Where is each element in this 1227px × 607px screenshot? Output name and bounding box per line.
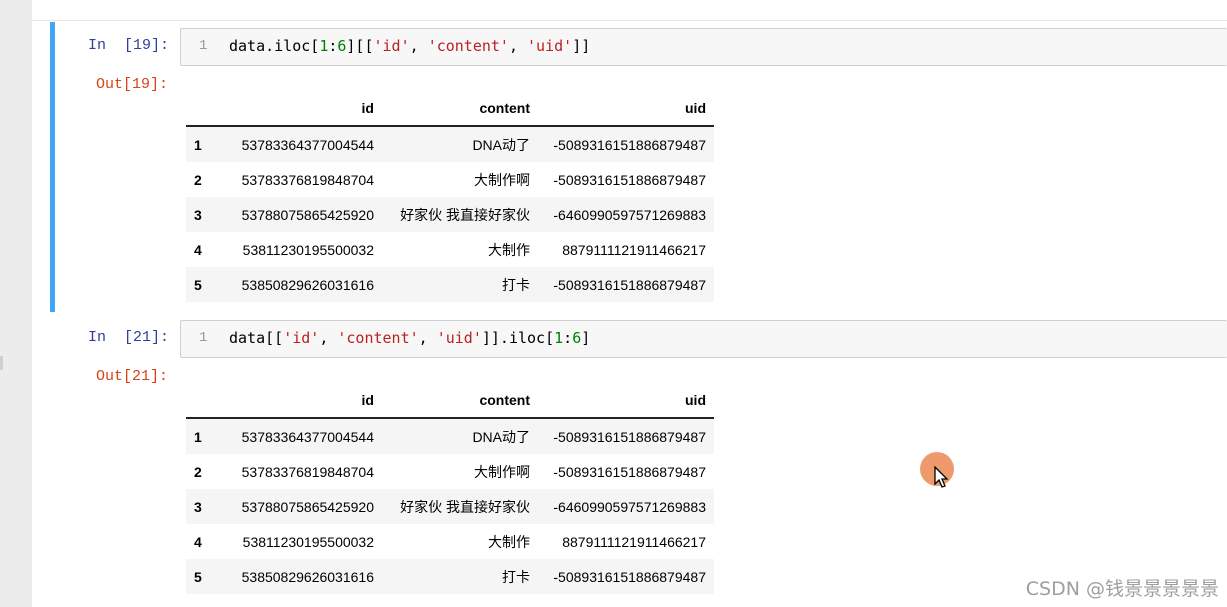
code-token: ]].iloc[ [481,329,555,347]
code-token: , [409,37,428,55]
code-token: 'uid' [436,329,482,347]
notebook-cell-21[interactable]: In [21]: 1 data[['id', 'content', 'uid']… [50,314,1227,604]
uid-cell: 8879111121911466217 [562,241,706,258]
code-token: data[[ [229,329,284,347]
index-header [186,383,220,419]
content-cell: 大制作啊 [474,171,530,188]
code-line: data[['id', 'content', 'uid']].iloc[1:6] [229,329,590,347]
id-cell: 53850829626031616 [241,568,374,585]
code-token: 1 [319,37,329,55]
uid-cell: -6460990597571269883 [553,498,706,515]
input-prompt: In [19]: [88,37,170,54]
content-cell: 打卡 [502,568,530,585]
id-cell: 53783364377004544 [241,136,374,153]
column-header-uid: uid [538,383,714,419]
content-cell: 大制作啊 [474,463,530,480]
notebook-cell-19[interactable]: In [19]: 1 data.iloc[1:6][['id', 'conten… [50,22,1227,312]
uid-cell: -5089316151886879487 [553,568,706,585]
row-index-cell: 1 [194,428,202,445]
column-header-uid: uid [538,91,714,127]
code-editor[interactable]: 1 data.iloc[1:6][['id', 'content', 'uid'… [180,28,1227,66]
column-header-content: content [382,383,538,419]
content-cell: 大制作 [488,533,530,550]
line-number: 1 [199,330,208,346]
line-number: 1 [199,38,208,54]
code-line: data.iloc[1:6][['id', 'content', 'uid']] [229,37,590,55]
table-row: 2 53783376819848704 大制作啊 -50893161518868794… [186,454,714,489]
column-header-id: id [220,383,382,419]
input-prompt: In [21]: [88,329,170,346]
table-row: 2 53783376819848704 大制作啊 -50893161518868794… [186,162,714,197]
row-index-cell: 4 [194,241,202,258]
code-token: , [508,37,528,55]
code-token: 'id' [373,37,410,55]
id-cell: 53811230195500032 [242,241,374,258]
code-token: 'content' [427,37,509,55]
uid-cell: -5089316151886879487 [553,136,706,153]
row-index-cell: 3 [194,498,202,515]
uid-cell: -5089316151886879487 [553,276,706,293]
uid-cell: -5089316151886879487 [553,171,706,188]
id-cell: 53788075865425920 [241,498,374,515]
table-header-row: id content uid [186,383,714,419]
uid-cell: -5089316151886879487 [553,463,706,480]
row-index-cell: 5 [194,276,202,293]
code-token: ] [581,329,591,347]
code-token: data.iloc[ [229,37,320,55]
previous-cell-strip [32,0,1227,21]
code-token: : [563,329,573,347]
index-header [186,91,220,127]
id-cell: 53783376819848704 [241,171,374,188]
table-row: 4 53811230195500032 大制作 8879111121911466217 [186,232,714,267]
content-cell: 好家伙 我直接好家伙 [400,206,530,223]
code-token: ]] [572,37,591,55]
code-token: , [319,329,338,347]
output-prompt: Out[21]: [96,368,169,385]
watermark: CSDN @钱景景景景景 [1025,578,1219,600]
content-cell: DNA动了 [472,428,530,445]
code-token: 6 [572,329,582,347]
row-index-cell: 1 [194,136,202,153]
table-header-row: id content uid [186,91,714,127]
id-cell: 53783364377004544 [241,428,374,445]
table-row: 1 53783364377004544 DNA动了 -5089316151886879… [186,126,714,162]
content-cell: 大制作 [488,241,530,258]
table-row: 5 53850829626031616 打卡 -5089316151886879487 [186,267,714,302]
table-row: 4 53811230195500032 大制作 8879111121911466217 [186,524,714,559]
uid-cell: 8879111121911466217 [562,533,706,550]
code-token: 'content' [337,329,419,347]
code-token: 'uid' [527,37,573,55]
scroll-marker [0,356,3,370]
row-index-cell: 3 [194,206,202,223]
table-row: 3 53788075865425920 好家伙 我直接好家伙 -64609905975… [186,197,714,232]
column-header-content: content [382,91,538,127]
code-editor[interactable]: 1 data[['id', 'content', 'uid']].iloc[1:… [180,320,1227,358]
row-index-cell: 2 [194,171,202,188]
mouse-pointer-icon [934,466,949,488]
table-row: 3 53788075865425920 好家伙 我直接好家伙 -64609905975… [186,489,714,524]
id-cell: 53788075865425920 [241,206,374,223]
uid-cell: -5089316151886879487 [553,428,706,445]
row-index-cell: 2 [194,463,202,480]
code-token: 'id' [283,329,320,347]
id-cell: 53811230195500032 [242,533,374,550]
uid-cell: -6460990597571269883 [553,206,706,223]
row-index-cell: 4 [194,533,202,550]
content-cell: 打卡 [502,276,530,293]
content-cell: DNA动了 [472,136,530,153]
code-token: , [418,329,437,347]
code-token: 1 [554,329,564,347]
code-token: ][[ [346,37,374,55]
output-prompt: Out[19]: [96,76,169,93]
id-cell: 53783376819848704 [241,463,374,480]
row-index-cell: 5 [194,568,202,585]
dataframe-output: id content uid 1 53783364377004544 DNA动了 -5… [186,383,714,594]
id-cell: 53850829626031616 [241,276,374,293]
table-row: 5 53850829626031616 打卡 -5089316151886879487 [186,559,714,594]
content-cell: 好家伙 我直接好家伙 [400,498,530,515]
dataframe-output: id content uid 1 53783364377004544 DNA动了 -5… [186,91,714,302]
table-row: 1 53783364377004544 DNA动了 -5089316151886879… [186,418,714,454]
column-header-id: id [220,91,382,127]
